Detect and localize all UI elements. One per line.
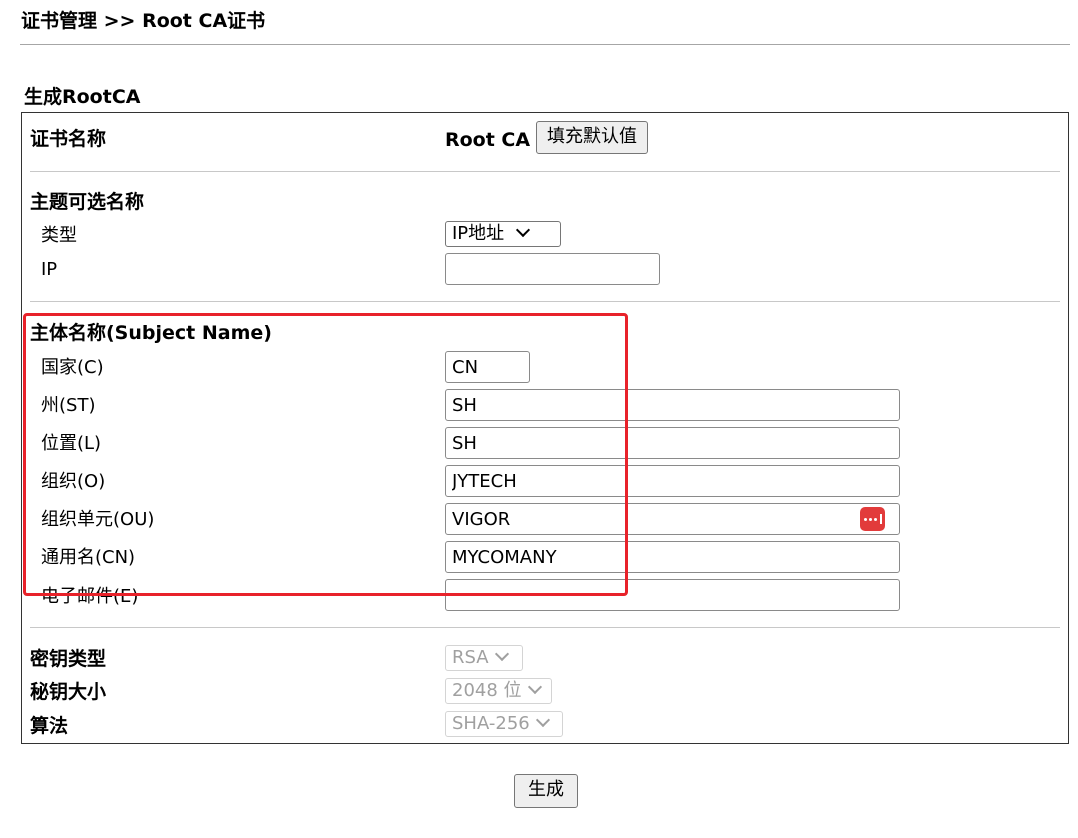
san-type-select[interactable]: IP地址	[445, 221, 561, 247]
divider	[30, 627, 1060, 628]
title-divider	[20, 44, 1070, 45]
subject-name-heading: 主体名称(Subject Name)	[30, 322, 272, 344]
fill-default-button[interactable]: 填充默认值	[536, 121, 648, 154]
chevron-down-icon	[527, 679, 542, 695]
chevron-down-icon	[535, 712, 550, 728]
key-size-value: 2048 位	[452, 680, 522, 701]
san-type-label: 类型	[41, 225, 77, 246]
org-unit-label: 组织单元(OU)	[41, 509, 155, 530]
password-dots-icon[interactable]	[860, 507, 885, 531]
key-type-value: RSA	[452, 647, 489, 668]
chevron-down-icon	[516, 222, 531, 238]
section-title: 生成RootCA	[24, 86, 141, 108]
state-label: 州(ST)	[41, 395, 96, 416]
org-unit-input[interactable]	[445, 503, 900, 535]
san-ip-input[interactable]	[445, 253, 660, 285]
generate-button[interactable]: 生成	[514, 774, 578, 808]
locality-label: 位置(L)	[41, 433, 102, 454]
san-ip-label: IP	[41, 259, 58, 280]
algorithm-select: SHA-256	[445, 711, 563, 737]
key-size-select: 2048 位	[445, 678, 552, 704]
san-type-value: IP地址	[452, 223, 505, 244]
organization-label: 组织(O)	[41, 471, 106, 492]
chevron-down-icon	[494, 646, 509, 662]
common-name-input[interactable]	[445, 541, 900, 573]
email-label: 电子邮件(E)	[41, 586, 139, 607]
organization-input[interactable]	[445, 465, 900, 497]
email-input[interactable]	[445, 579, 900, 611]
cert-name-value: Root CA	[445, 129, 531, 151]
algorithm-label: 算法	[30, 715, 69, 737]
common-name-label: 通用名(CN)	[41, 547, 136, 568]
divider	[30, 171, 1060, 172]
algorithm-value: SHA-256	[452, 713, 530, 734]
divider	[30, 301, 1060, 302]
country-label: 国家(C)	[41, 357, 104, 378]
cert-name-label: 证书名称	[30, 128, 107, 150]
key-type-select: RSA	[445, 645, 523, 671]
subject-alt-name-heading: 主题可选名称	[30, 191, 145, 213]
key-type-label: 密钥类型	[30, 648, 107, 670]
key-size-label: 秘钥大小	[30, 681, 107, 703]
country-input[interactable]	[445, 351, 530, 383]
state-input[interactable]	[445, 389, 900, 421]
page-title: 证书管理 >> Root CA证书	[21, 10, 266, 32]
locality-input[interactable]	[445, 427, 900, 459]
